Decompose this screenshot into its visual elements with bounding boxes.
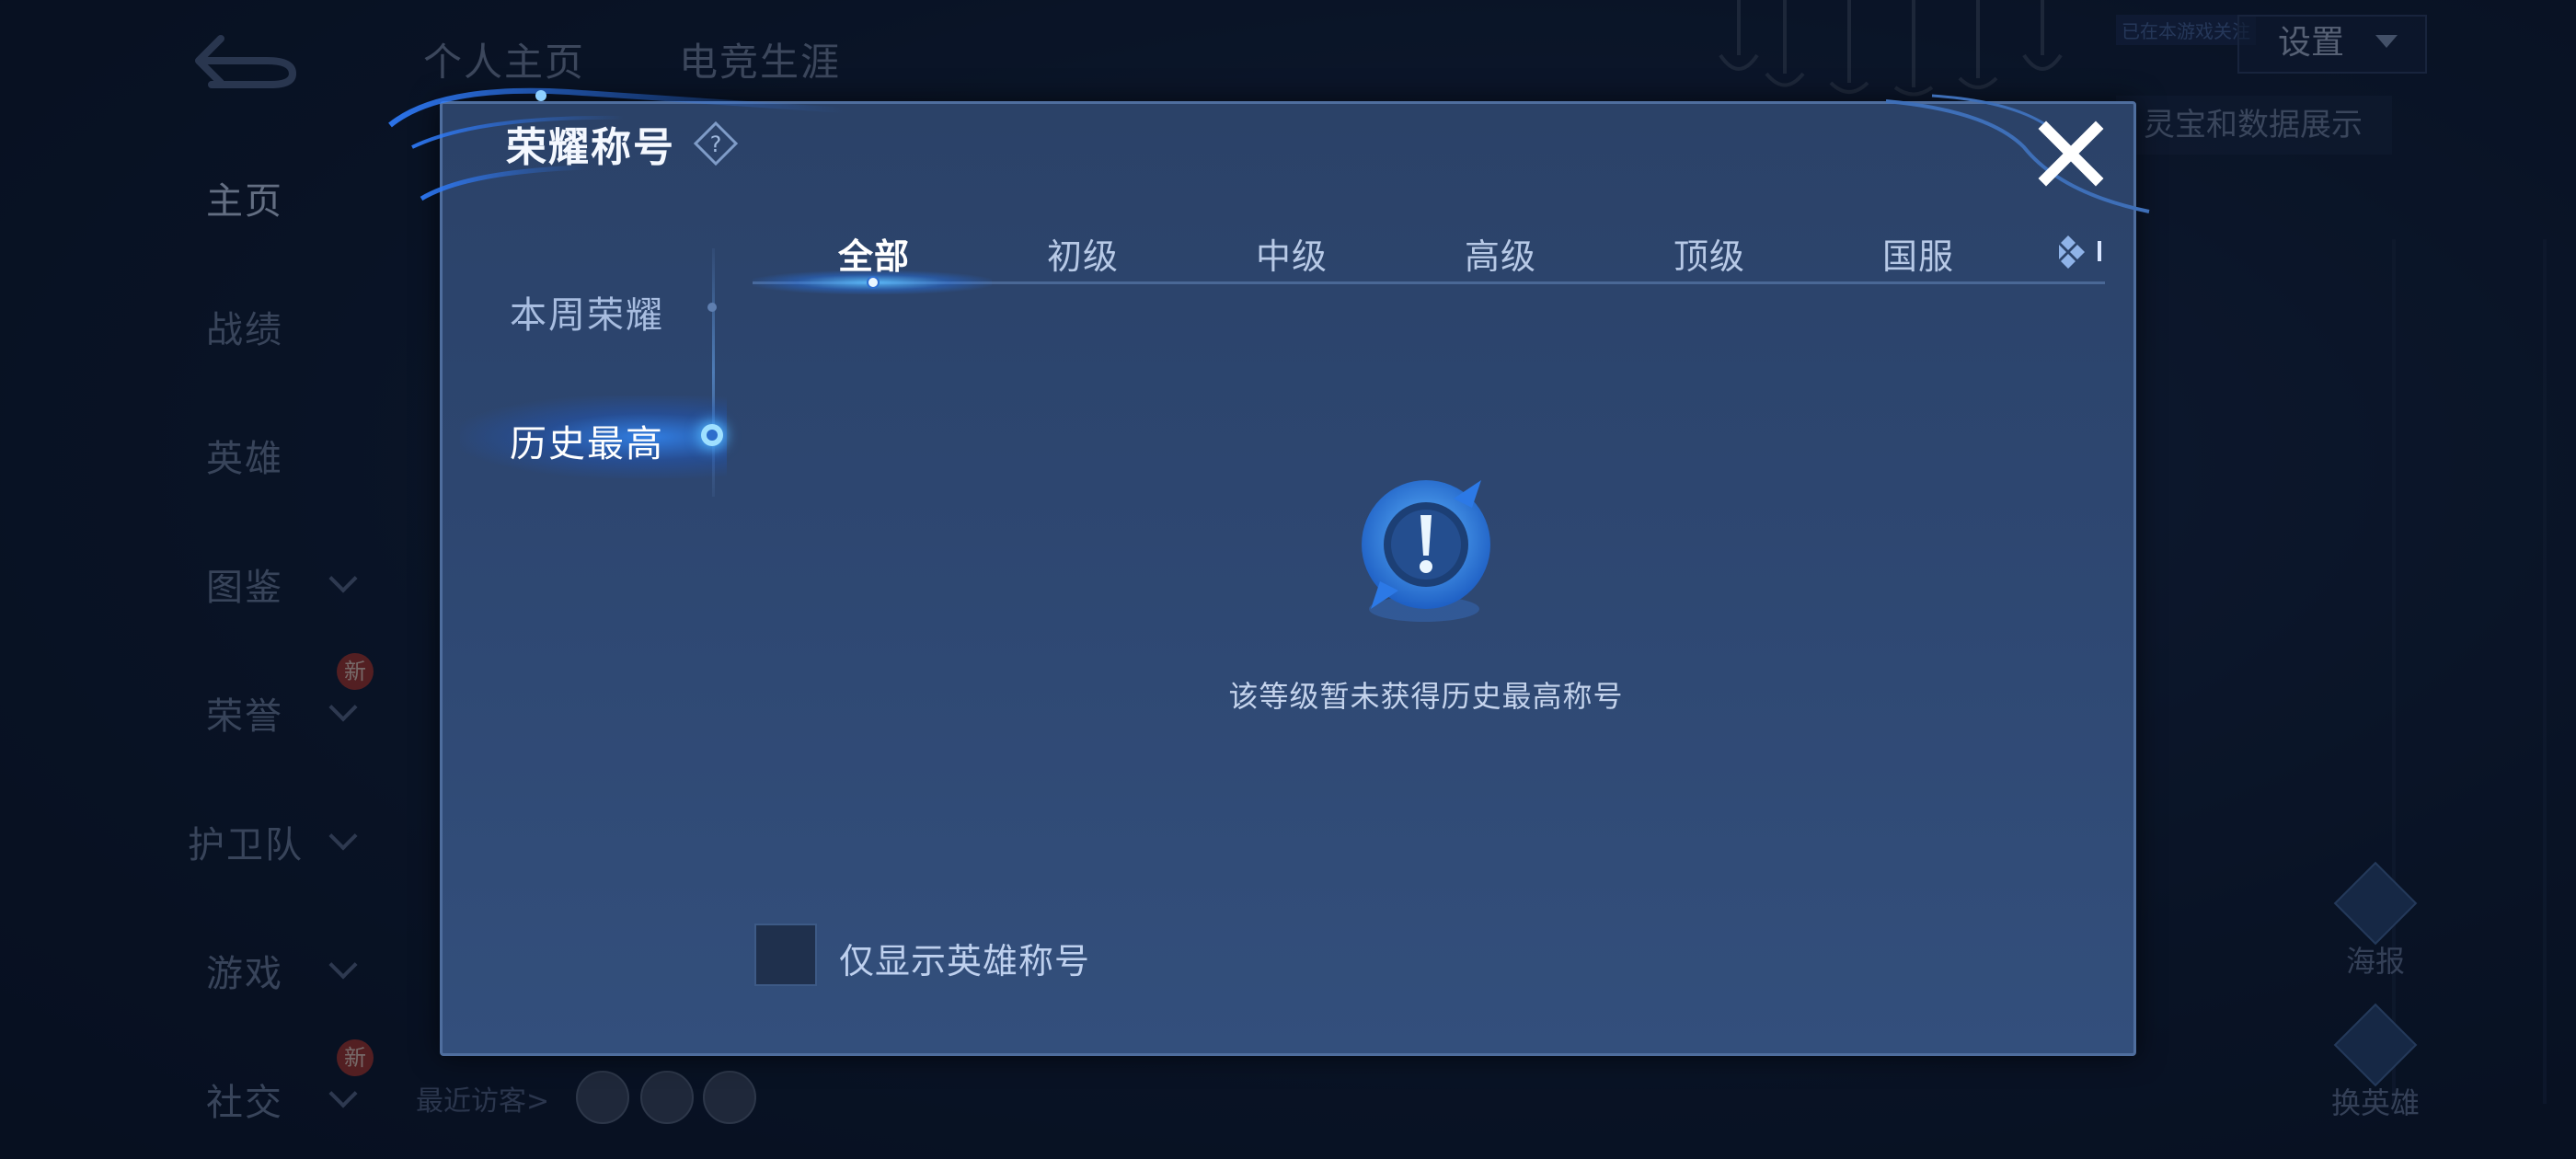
back-arrow-icon[interactable] — [193, 33, 299, 88]
sidebar-item-catalog[interactable]: 图鉴 — [206, 557, 283, 611]
recent-visitors-link[interactable]: 最近访客> — [416, 1078, 549, 1119]
tab-beginner[interactable]: 初级 — [1018, 228, 1147, 279]
change-hero-label: 换英雄 — [2330, 1085, 2420, 1120]
chevron-down-icon — [328, 821, 358, 851]
avatar[interactable] — [703, 1071, 756, 1124]
sidebar-item-honor[interactable]: 荣誉 — [206, 686, 283, 740]
chevron-down-icon — [328, 950, 358, 980]
sidebar-item-records[interactable]: 战绩 — [206, 300, 283, 353]
poster-button[interactable]: 海报 — [2320, 861, 2431, 981]
sidebar-item-games[interactable]: 游戏 — [206, 944, 283, 997]
avatar[interactable] — [640, 1071, 694, 1124]
close-icon[interactable] — [2037, 120, 2105, 188]
flame-icon — [2333, 1003, 2418, 1087]
chevron-down-icon — [2375, 35, 2398, 48]
sidebar-item-home[interactable]: 主页 — [206, 171, 283, 224]
chevron-down-icon — [328, 564, 358, 593]
more-tabs-icon[interactable] — [2055, 232, 2107, 272]
empty-state-message: 该等级暂未获得历史最高称号 — [1228, 679, 1624, 714]
svg-text:?: ? — [710, 132, 722, 157]
dialog-title: 荣耀称号 — [506, 124, 675, 171]
tab-advanced[interactable]: 高级 — [1436, 228, 1565, 279]
sidebar-item-heroes[interactable]: 英雄 — [206, 429, 283, 482]
chevron-down-icon — [328, 1079, 358, 1108]
tab-top[interactable]: 顶级 — [1645, 228, 1774, 279]
settings-button[interactable]: 设置 — [2237, 15, 2427, 74]
side-tab-weekly-honor[interactable]: 本周荣耀 — [510, 285, 664, 339]
tab-all[interactable]: 全部 — [810, 228, 938, 279]
tab-esports-career[interactable]: 电竞生涯 — [679, 31, 841, 87]
poster-icon — [2333, 861, 2418, 946]
sidebar-item-social[interactable]: 社交 — [206, 1073, 283, 1126]
help-icon[interactable]: ? — [694, 121, 738, 166]
sidebar-item-guards[interactable]: 护卫队 — [188, 815, 304, 868]
active-tab-marker — [701, 424, 723, 446]
new-badge: 新 — [337, 653, 374, 690]
tab-intermediate[interactable]: 中级 — [1227, 228, 1356, 279]
tab-marker — [707, 303, 717, 312]
poster-label: 海报 — [2345, 944, 2405, 979]
follow-note: 已在本游戏关注 — [2116, 15, 2256, 45]
hero-titles-only-label[interactable]: 仅显示英雄称号 — [839, 933, 1090, 983]
chevron-down-icon — [328, 693, 358, 722]
settings-label: 设置 — [2278, 24, 2345, 62]
hero-titles-only-checkbox[interactable] — [754, 924, 817, 986]
change-hero-button[interactable]: 换英雄 — [2320, 1003, 2431, 1122]
exclamation-icon — [1362, 480, 1490, 622]
side-tab-history-best[interactable]: 历史最高 — [510, 414, 664, 467]
avatar[interactable] — [576, 1071, 629, 1124]
tab-profile[interactable]: 个人主页 — [423, 31, 585, 87]
chandelier-decoration — [1719, 0, 2063, 97]
data-display-button[interactable]: 灵宝和数据展示 — [2116, 96, 2392, 155]
new-badge: 新 — [337, 1039, 374, 1076]
tab-national[interactable]: 国服 — [1854, 228, 1983, 279]
